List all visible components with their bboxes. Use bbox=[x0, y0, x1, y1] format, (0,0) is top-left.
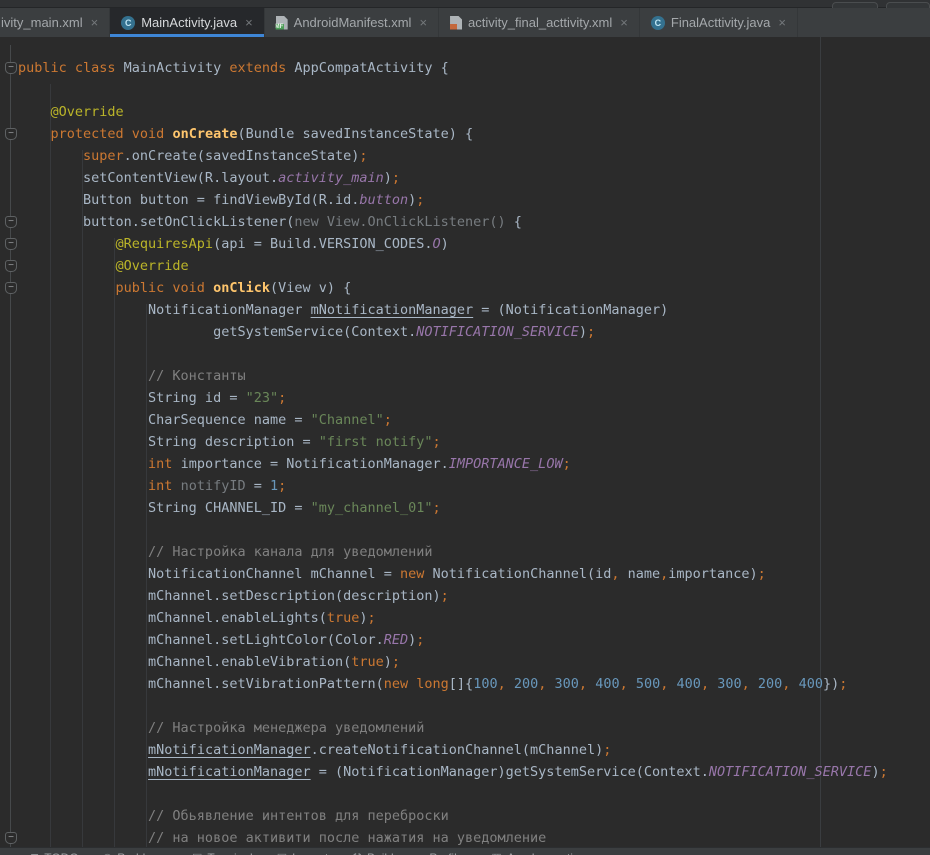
java-class-icon: C bbox=[651, 16, 665, 30]
code-line[interactable]: NotificationChannel mChannel = new Notif… bbox=[18, 563, 888, 585]
code-line[interactable]: getSystemService(Context.NOTIFICATION_SE… bbox=[18, 321, 888, 343]
code-line[interactable]: String CHANNEL_ID = "my_channel_01"; bbox=[18, 497, 888, 519]
code-line[interactable]: NotificationManager mNotificationManager… bbox=[18, 299, 888, 321]
toolwindow-button-todo[interactable]: ≣TODO bbox=[30, 851, 79, 855]
toolwindow-button-label: App Inspection bbox=[507, 851, 586, 855]
tab-close-icon[interactable]: × bbox=[419, 16, 427, 29]
main-toolbar-fragment bbox=[0, 0, 930, 8]
tab-label: FinalActtivity.java bbox=[671, 15, 770, 30]
code-line[interactable]: // Настройка канала для уведомлений bbox=[18, 541, 888, 563]
toolwindow-button-label: Logcat bbox=[292, 851, 328, 855]
tab-close-icon[interactable]: × bbox=[245, 16, 253, 29]
code-line[interactable]: @Override bbox=[18, 101, 888, 123]
tab-label: MainActivity.java bbox=[141, 15, 237, 30]
code-line[interactable]: @RequiresApi(api = Build.VERSION_CODES.O… bbox=[18, 233, 888, 255]
fold-toggle-icon[interactable]: − bbox=[5, 216, 17, 228]
java-class-icon: C bbox=[121, 16, 135, 30]
toolwindow-button-profiler[interactable]: ◔Profiler bbox=[418, 851, 468, 855]
manifest-file-icon: MF bbox=[276, 16, 288, 30]
fold-toggle-icon[interactable]: − bbox=[5, 832, 17, 844]
tab-finalacttivity-java[interactable]: C FinalActtivity.java × bbox=[640, 8, 798, 37]
code-line[interactable]: // на новое активити после нажатия на ув… bbox=[18, 827, 888, 849]
toolwindow-button-terminal[interactable]: ▣Terminal bbox=[192, 851, 253, 855]
code-text[interactable]: public class MainActivity extends AppCom… bbox=[18, 57, 888, 849]
code-line[interactable] bbox=[18, 519, 888, 541]
code-line[interactable]: mChannel.enableVibration(true); bbox=[18, 651, 888, 673]
toolwindow-button-label: Build bbox=[367, 851, 394, 855]
tab-label: AndroidManifest.xml bbox=[294, 15, 412, 30]
android-studio-window: ivity_main.xml × C MainActivity.java × MF Andr… bbox=[0, 0, 930, 855]
fold-toggle-icon[interactable]: − bbox=[5, 128, 17, 140]
tab-label: ivity_main.xml bbox=[1, 15, 83, 30]
code-line[interactable]: button.setOnClickListener(new View.OnCli… bbox=[18, 211, 888, 233]
layout-xml-file-icon bbox=[450, 16, 462, 30]
tab-label: activity_final_acttivity.xml bbox=[468, 15, 612, 30]
code-line[interactable]: mChannel.setLightColor(Color.RED); bbox=[18, 629, 888, 651]
toolwindow-button-label: Profiler bbox=[429, 851, 467, 855]
code-line[interactable]: int importance = NotificationManager.IMP… bbox=[18, 453, 888, 475]
toolwindow-button-label: Terminal bbox=[207, 851, 252, 855]
fold-scope-line bbox=[10, 45, 11, 855]
code-line[interactable]: @Override bbox=[18, 255, 888, 277]
tab-activity-final-acttivity-xml[interactable]: activity_final_acttivity.xml × bbox=[439, 8, 640, 37]
code-line[interactable]: // Настройка менеджера уведомлений bbox=[18, 717, 888, 739]
code-line[interactable]: int notifyID = 1; bbox=[18, 475, 888, 497]
toolwindow-button-app-inspection[interactable]: ▦App Inspection bbox=[491, 851, 586, 855]
code-line[interactable]: String description = "first notify"; bbox=[18, 431, 888, 453]
code-line[interactable] bbox=[18, 783, 888, 805]
editor-tab-bar: ivity_main.xml × C MainActivity.java × MF Andr… bbox=[0, 8, 930, 37]
code-line[interactable]: mNotificationManager = (NotificationMana… bbox=[18, 761, 888, 783]
toolwindow-button-label: TODO bbox=[44, 851, 78, 855]
tab-close-icon[interactable]: × bbox=[778, 16, 786, 29]
fold-toggle-icon[interactable]: − bbox=[5, 238, 17, 250]
code-line[interactable]: mChannel.setDescription(description); bbox=[18, 585, 888, 607]
code-line[interactable] bbox=[18, 79, 888, 101]
code-line[interactable]: mChannel.setVibrationPattern(new long[]{… bbox=[18, 673, 888, 695]
toolwindow-button-problems[interactable]: ◉Problems bbox=[103, 851, 168, 855]
code-line[interactable]: super.onCreate(savedInstanceState); bbox=[18, 145, 888, 167]
tab-mainactivity-java[interactable]: C MainActivity.java × bbox=[110, 8, 264, 37]
code-editor[interactable]: − − − − − − − public class MainActivity extend… bbox=[0, 37, 930, 855]
code-line[interactable]: String id = "23"; bbox=[18, 387, 888, 409]
toolwindow-button-label: Problems bbox=[117, 851, 168, 855]
toolwindow-button-build[interactable]: ⚒Build bbox=[352, 851, 394, 855]
code-line[interactable]: Button button = findViewById(R.id.button… bbox=[18, 189, 888, 211]
code-line[interactable]: // Обьявление интентов для переброски bbox=[18, 805, 888, 827]
code-line[interactable] bbox=[18, 343, 888, 365]
code-line[interactable]: public void onClick(View v) { bbox=[18, 277, 888, 299]
tab-ivity-main-xml[interactable]: ivity_main.xml × bbox=[0, 8, 110, 37]
code-line[interactable]: setContentView(R.layout.activity_main); bbox=[18, 167, 888, 189]
code-line[interactable]: // Константы bbox=[18, 365, 888, 387]
code-line[interactable]: protected void onCreate(Bundle savedInst… bbox=[18, 123, 888, 145]
tab-close-icon[interactable]: × bbox=[620, 16, 628, 29]
code-line[interactable]: mNotificationManager.createNotificationC… bbox=[18, 739, 888, 761]
fold-toggle-icon[interactable]: − bbox=[5, 62, 17, 74]
code-line[interactable]: CharSequence name = "Channel"; bbox=[18, 409, 888, 431]
code-line[interactable] bbox=[18, 695, 888, 717]
tab-close-icon[interactable]: × bbox=[91, 16, 99, 29]
fold-toggle-icon[interactable]: − bbox=[5, 282, 17, 294]
fold-toggle-icon[interactable]: − bbox=[5, 260, 17, 272]
toolwindow-button-logcat[interactable]: ▤Logcat bbox=[277, 851, 328, 855]
code-line[interactable]: public class MainActivity extends AppCom… bbox=[18, 57, 888, 79]
code-line[interactable]: mChannel.enableLights(true); bbox=[18, 607, 888, 629]
tab-androidmanifest-xml[interactable]: MF AndroidManifest.xml × bbox=[265, 8, 439, 37]
